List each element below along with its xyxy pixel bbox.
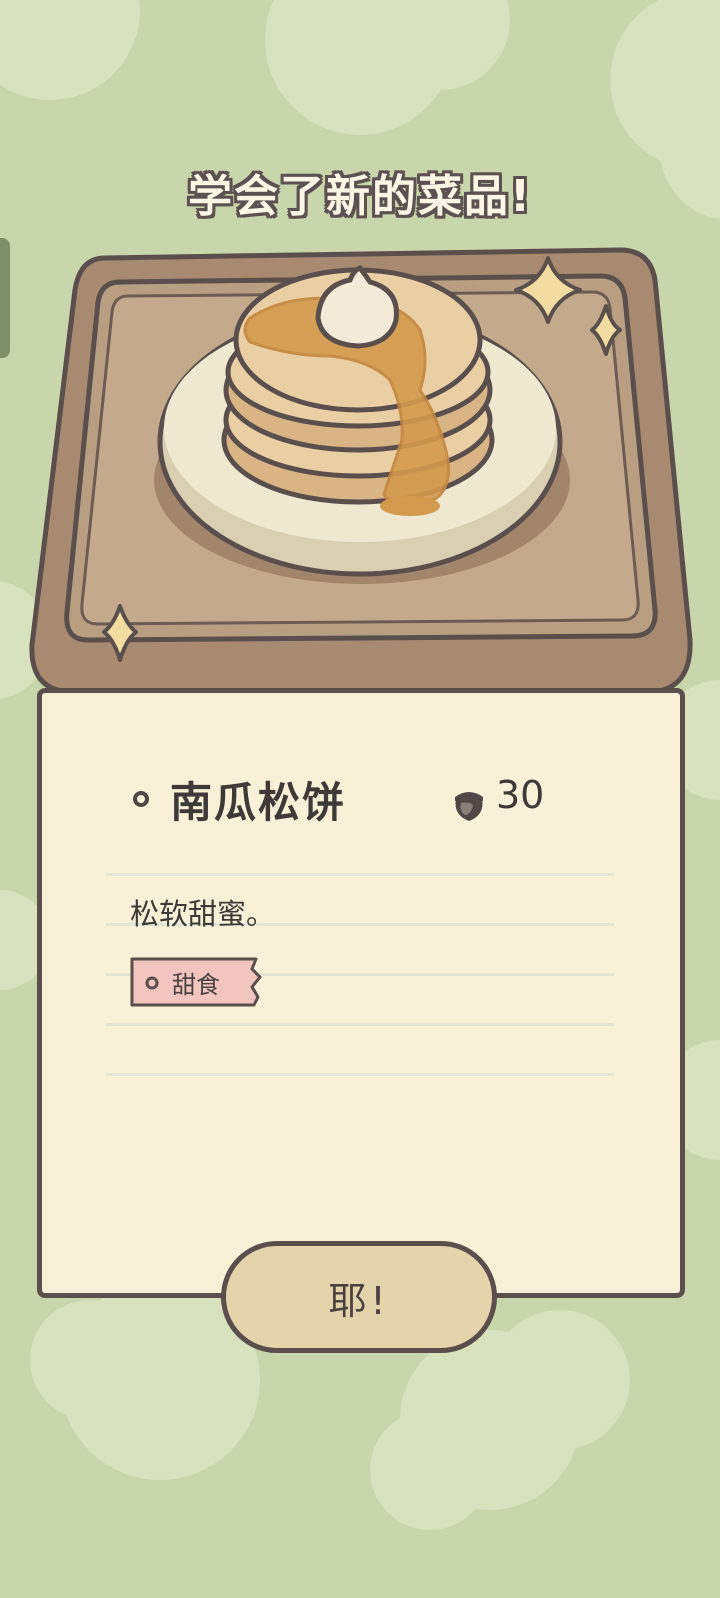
dish-info-card: 南瓜松饼 30 松软甜蜜。 甜食 <box>37 688 685 1298</box>
dish-name: 南瓜松饼 <box>170 778 347 827</box>
bullet-icon <box>133 791 149 807</box>
category-tag: 甜食 <box>130 955 264 1013</box>
confirm-button[interactable]: 耶! <box>221 1241 497 1353</box>
category-tag-label: 甜食 <box>172 971 220 999</box>
ruled-line <box>106 1073 614 1076</box>
ruled-line <box>106 873 614 876</box>
dish-price: 30 <box>496 773 545 817</box>
dish-illustration <box>29 247 693 695</box>
screen: 学会了新的菜品! 南瓜松饼 30 松软甜蜜。 甜食 耶! <box>0 0 720 1598</box>
acorn-icon <box>455 792 483 821</box>
dish-description: 松软甜蜜。 <box>130 897 276 931</box>
ruled-line <box>106 1023 614 1026</box>
